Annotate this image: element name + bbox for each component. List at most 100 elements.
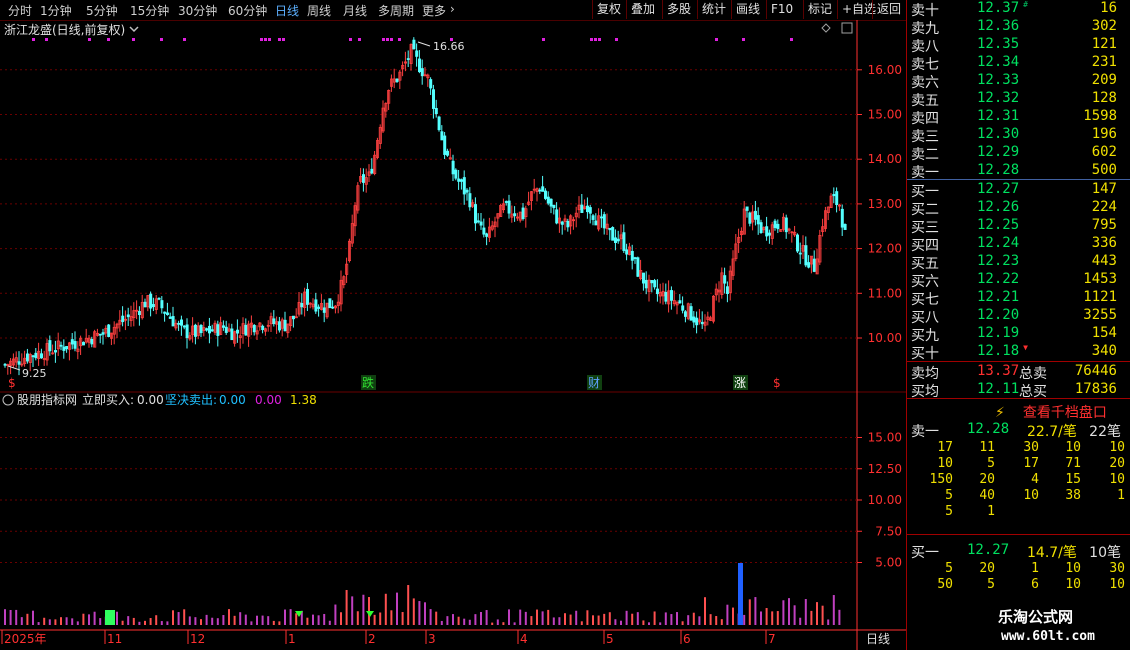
sell-level-3[interactable]: 卖七 12.34 231 — [909, 54, 1127, 73]
sell-level-2[interactable]: 卖八 12.35 121 — [909, 36, 1127, 55]
candle-body — [776, 223, 780, 230]
kline-chart[interactable]: 16.0015.0014.0013.0012.0011.0010.00浙江龙盛(… — [0, 20, 906, 650]
candle-body — [25, 353, 29, 362]
candle-body — [126, 314, 130, 318]
candle-body — [420, 68, 424, 77]
more-chevron-icon[interactable]: › — [450, 2, 455, 16]
period-tab-8[interactable]: 月线 — [343, 2, 367, 19]
signal-dot — [382, 38, 385, 41]
period-tab-9[interactable]: 多周期 — [378, 2, 414, 19]
candle-body — [40, 353, 44, 359]
toolbar-button-4[interactable]: 画线 — [731, 0, 764, 19]
buy-level-2[interactable]: 买三 12.25 795 — [909, 217, 1127, 236]
indicator-tick-label: 15.00 — [868, 431, 902, 445]
indicator-menu-icon[interactable] — [2, 394, 14, 406]
title-dropdown-icon[interactable] — [129, 26, 139, 33]
candle-body — [101, 332, 105, 335]
expand-icon[interactable] — [841, 22, 853, 34]
toolbar-button-1[interactable]: 叠加 — [626, 0, 659, 19]
candle-body — [244, 324, 248, 336]
buy-level-3[interactable]: 买四 12.24 336 — [909, 235, 1127, 254]
period-tab-7[interactable]: 周线 — [307, 2, 331, 19]
price-tick-label: 11.00 — [868, 286, 902, 300]
period-tab-1[interactable]: 1分钟 — [40, 2, 72, 19]
toolbar-button-5[interactable]: F10 — [766, 0, 797, 19]
indicator-bar — [424, 602, 426, 625]
sell-level-8[interactable]: 卖二 12.29 602 — [909, 144, 1127, 163]
period-tab-0[interactable]: 分时 — [8, 2, 32, 19]
candle-body — [283, 319, 287, 332]
period-tab-3[interactable]: 15分钟 — [130, 2, 169, 19]
indicator-bar — [620, 620, 622, 625]
sell-level-0[interactable]: 卖十 12.37 # 16 — [909, 0, 1127, 19]
candle-body — [670, 290, 674, 301]
candle-body — [784, 217, 788, 233]
period-tab-4[interactable]: 30分钟 — [178, 2, 217, 19]
indicator-bar — [99, 618, 102, 625]
buy-level-4[interactable]: 买五 12.23 443 — [909, 253, 1127, 272]
toolbar-button-2[interactable]: 多股 — [662, 0, 695, 19]
candle-body — [473, 204, 477, 224]
sell-level-9[interactable]: 卖一 12.28 500 — [909, 162, 1127, 181]
period-tab-6[interactable]: 日线 — [275, 2, 299, 19]
candle-body — [151, 304, 155, 308]
buy-level-8[interactable]: 买九 12.19 154 — [909, 325, 1127, 344]
queue-cell: 30 — [1023, 440, 1039, 455]
event-marker[interactable]: 跌 — [362, 375, 374, 390]
event-marker[interactable]: 财 — [588, 376, 600, 390]
candle-body — [328, 298, 332, 309]
toolbar-button-3[interactable]: 统计 — [697, 0, 730, 19]
indicator-bar — [692, 612, 695, 625]
queue-cell: 20 — [979, 561, 995, 576]
signal-dot — [390, 38, 393, 41]
candle-body — [406, 58, 410, 60]
sell-level-6[interactable]: 卖四 12.31 1598 — [909, 108, 1127, 127]
level-price: 12.35 — [977, 36, 1020, 52]
indicator-bar — [144, 620, 146, 625]
indicator-bar — [233, 615, 236, 625]
indicator-bar — [43, 617, 46, 625]
sell-level-1[interactable]: 卖九 12.36 302 — [909, 18, 1127, 37]
candle-body — [165, 312, 169, 315]
buy-level-5[interactable]: 买六 12.22 1453 — [909, 271, 1127, 290]
signal-dot — [598, 38, 601, 41]
period-tab-2[interactable]: 5分钟 — [86, 2, 118, 19]
avg-price: 13.37 — [977, 363, 1020, 379]
buy-level-1[interactable]: 买二 12.26 224 — [909, 199, 1127, 218]
queue-cell: 5 — [945, 504, 953, 519]
candle-body — [207, 325, 211, 334]
sell-level-7[interactable]: 卖三 12.30 196 — [909, 126, 1127, 145]
candle-body — [331, 306, 335, 309]
period-tab-10[interactable]: 更多 — [422, 2, 446, 19]
toolbar-button-8[interactable]: 返回 — [872, 0, 905, 19]
level-name: 买二 — [911, 202, 939, 218]
toolbar-button-6[interactable]: 标记 — [803, 0, 836, 19]
buy-level-6[interactable]: 买七 12.21 1121 — [909, 289, 1127, 308]
candle-body — [185, 324, 189, 339]
event-marker[interactable]: 涨 — [734, 375, 746, 390]
sell-level-5[interactable]: 卖五 12.32 128 — [909, 90, 1127, 109]
buy-level-7[interactable]: 买八 12.20 3255 — [909, 307, 1127, 326]
indicator-bar — [244, 614, 247, 625]
candle-body — [552, 204, 556, 209]
candle-body — [560, 221, 564, 225]
buy-level-9[interactable]: 买十 12.18 ▼ 340 — [909, 343, 1127, 362]
queue-cell: 10 — [1109, 577, 1125, 592]
candle-body — [549, 198, 553, 207]
diamond-icon[interactable] — [821, 23, 831, 33]
indicator-bar — [698, 616, 701, 625]
candle-body — [656, 288, 660, 295]
level-volume: 154 — [1091, 325, 1117, 341]
candle-body — [723, 275, 727, 284]
queue-per-order: 22.7/笔 — [1027, 424, 1077, 440]
period-tab-5[interactable]: 60分钟 — [228, 2, 267, 19]
indicator-bar — [172, 610, 174, 625]
queue-cell: 4 — [1031, 472, 1039, 487]
signal-dot — [715, 38, 718, 41]
view-depth-button[interactable]: ⚡ 查看千档盘口 — [995, 402, 1107, 422]
toolbar-button-0[interactable]: 复权 — [592, 0, 625, 19]
buy-level-0[interactable]: 买一 12.27 147 — [909, 181, 1127, 200]
indicator-bar — [82, 613, 85, 625]
indicator-bar — [720, 619, 723, 625]
sell-level-4[interactable]: 卖六 12.33 209 — [909, 72, 1127, 91]
